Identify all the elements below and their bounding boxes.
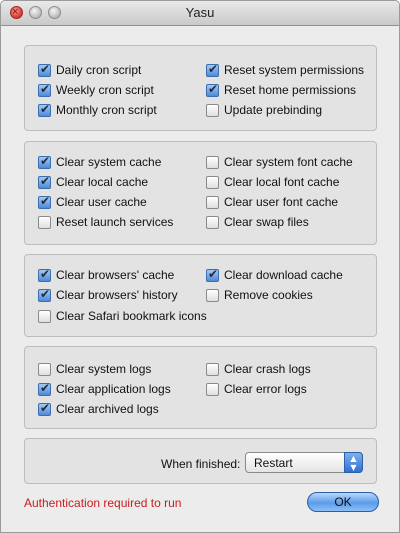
clear-safari-bookmark-icons-option[interactable]: Clear Safari bookmark icons — [38, 307, 207, 325]
clear-user-font-cache-checkbox[interactable] — [206, 195, 219, 209]
browser-group: Clear browsers' cache Clear browsers' hi… — [24, 254, 377, 337]
yasu-window: Yasu Daily cron script Weekly cron scrip… — [0, 0, 400, 533]
clear-browsers-cache-checkbox[interactable] — [38, 267, 51, 282]
reset-launch-services-checkbox[interactable] — [38, 215, 51, 229]
option-label: Clear system cache — [56, 155, 162, 169]
clear-browsers-cache-option[interactable]: Clear browsers' cache — [38, 266, 174, 284]
ok-button[interactable]: OK — [307, 492, 379, 512]
option-label: Clear system font cache — [224, 155, 353, 169]
clear-crash-logs-checkbox[interactable] — [206, 362, 219, 376]
clear-archived-logs-checkbox[interactable] — [38, 401, 51, 416]
clear-user-cache-checkbox[interactable] — [38, 194, 51, 209]
clear-swap-files-checkbox[interactable] — [206, 215, 219, 229]
option-label: Clear browsers' history — [56, 288, 178, 302]
clear-error-logs-option[interactable]: Clear error logs — [206, 380, 307, 398]
monthly-cron-checkbox[interactable] — [38, 102, 51, 117]
clear-local-cache-checkbox[interactable] — [38, 174, 51, 189]
maintenance-group: Daily cron script Weekly cron script Mon… — [24, 45, 377, 131]
remove-cookies-option[interactable]: Remove cookies — [206, 286, 313, 304]
clear-system-logs-checkbox[interactable] — [38, 362, 51, 376]
clear-local-cache-option[interactable]: Clear local cache — [38, 173, 148, 191]
weekly-cron-option[interactable]: Weekly cron script — [38, 81, 154, 99]
weekly-cron-checkbox[interactable] — [38, 82, 51, 97]
auth-message: Authentication required to run — [24, 496, 182, 510]
clear-safari-bookmark-icons-checkbox[interactable] — [38, 309, 51, 323]
option-label: Update prebinding — [224, 103, 323, 117]
daily-cron-option[interactable]: Daily cron script — [38, 61, 141, 79]
option-label: Clear local cache — [56, 175, 149, 189]
reset-home-permissions-checkbox[interactable] — [206, 82, 219, 97]
option-label: Clear archived logs — [56, 402, 159, 416]
popup-arrows-icon: ▲ ▼ — [344, 452, 363, 473]
clear-download-cache-checkbox[interactable] — [206, 267, 219, 282]
clear-archived-logs-option[interactable]: Clear archived logs — [38, 400, 159, 418]
clear-system-cache-checkbox[interactable] — [38, 154, 51, 169]
update-prebinding-checkbox[interactable] — [206, 103, 219, 117]
option-label: Reset home permissions — [224, 83, 357, 97]
option-label: Clear Safari bookmark icons — [56, 309, 207, 323]
option-label: Daily cron script — [56, 63, 142, 77]
option-label: Clear browsers' cache — [56, 268, 175, 282]
when-finished-value: Restart — [254, 456, 293, 470]
clear-browsers-history-option[interactable]: Clear browsers' history — [38, 286, 178, 304]
option-label: Clear download cache — [224, 268, 343, 282]
option-label: Reset launch services — [56, 215, 174, 229]
clear-download-cache-option[interactable]: Clear download cache — [206, 266, 343, 284]
remove-cookies-checkbox[interactable] — [206, 288, 219, 302]
option-label: Monthly cron script — [56, 103, 157, 117]
clear-application-logs-option[interactable]: Clear application logs — [38, 380, 171, 398]
clear-local-font-cache-checkbox[interactable] — [206, 175, 219, 189]
option-label: Clear system logs — [56, 362, 152, 376]
clear-crash-logs-option[interactable]: Clear crash logs — [206, 360, 311, 378]
clear-local-font-cache-option[interactable]: Clear local font cache — [206, 173, 339, 191]
reset-home-permissions-option[interactable]: Reset home permissions — [206, 81, 356, 99]
clear-user-cache-option[interactable]: Clear user cache — [38, 193, 147, 211]
reset-launch-services-option[interactable]: Reset launch services — [38, 213, 173, 231]
option-label: Remove cookies — [224, 288, 313, 302]
monthly-cron-option[interactable]: Monthly cron script — [38, 101, 157, 119]
clear-system-font-cache-checkbox[interactable] — [206, 155, 219, 169]
when-finished-label: When finished: — [161, 457, 241, 471]
update-prebinding-option[interactable]: Update prebinding — [206, 101, 322, 119]
option-label: Clear user cache — [56, 195, 147, 209]
daily-cron-checkbox[interactable] — [38, 62, 51, 77]
option-label: Clear local font cache — [224, 175, 340, 189]
clear-error-logs-checkbox[interactable] — [206, 382, 219, 396]
clear-application-logs-checkbox[interactable] — [38, 381, 51, 396]
logs-group: Clear system logs Clear application logs… — [24, 346, 377, 429]
option-label: Weekly cron script — [56, 83, 154, 97]
option-label: Clear application logs — [56, 382, 171, 396]
clear-system-font-cache-option[interactable]: Clear system font cache — [206, 153, 353, 171]
option-label: Clear user font cache — [224, 195, 339, 209]
option-label: Clear error logs — [224, 382, 307, 396]
cache-group: Clear system cache Clear local cache Cle… — [24, 141, 377, 245]
clear-system-cache-option[interactable]: Clear system cache — [38, 153, 161, 171]
option-label: Clear crash logs — [224, 362, 311, 376]
window-title: Yasu — [185, 5, 215, 20]
when-finished-popup[interactable]: Restart ▲ ▼ — [245, 452, 363, 473]
option-label: Reset system permissions — [224, 63, 365, 77]
clear-user-font-cache-option[interactable]: Clear user font cache — [206, 193, 338, 211]
option-label: Clear swap files — [224, 215, 309, 229]
title-bar[interactable]: Yasu — [1, 1, 399, 26]
clear-system-logs-option[interactable]: Clear system logs — [38, 360, 151, 378]
reset-system-permissions-checkbox[interactable] — [206, 62, 219, 77]
clear-swap-files-option[interactable]: Clear swap files — [206, 213, 309, 231]
clear-browsers-history-checkbox[interactable] — [38, 287, 51, 302]
reset-system-permissions-option[interactable]: Reset system permissions — [206, 61, 364, 79]
